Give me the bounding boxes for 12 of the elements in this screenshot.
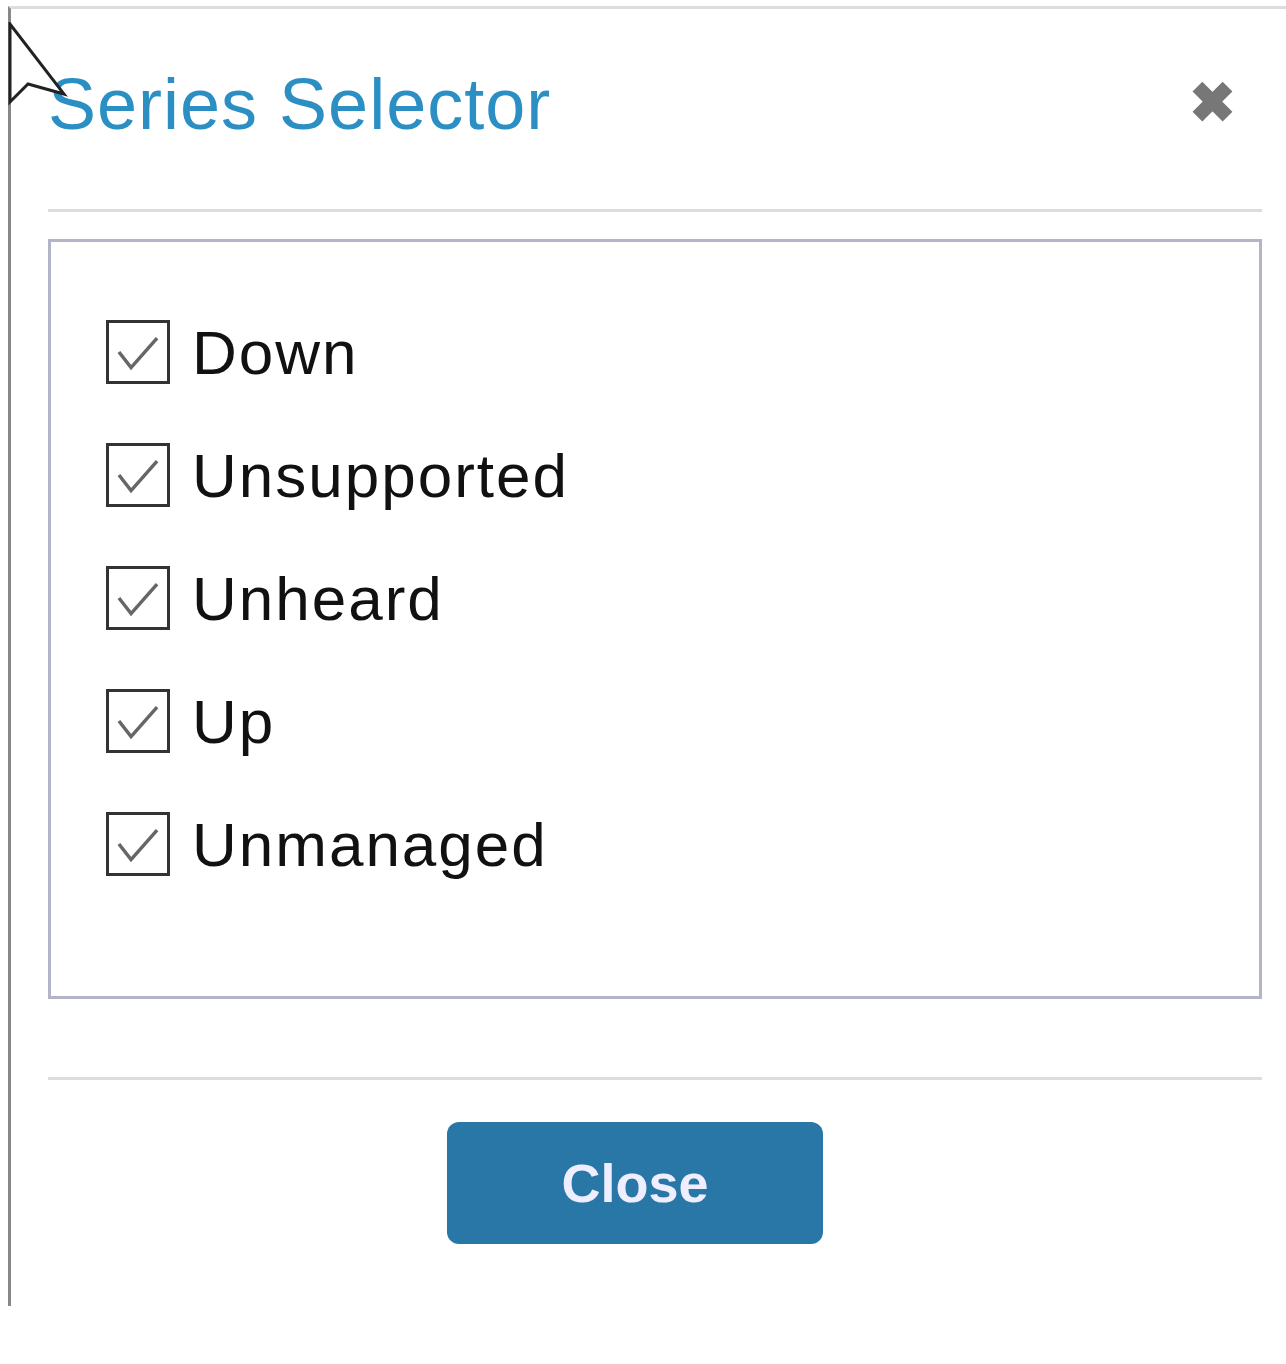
series-label: Unheard — [192, 562, 444, 634]
series-label: Unsupported — [192, 439, 570, 511]
checkbox[interactable] — [106, 689, 170, 753]
series-label: Down — [192, 316, 359, 388]
checkbox[interactable] — [106, 812, 170, 876]
series-label: Up — [192, 685, 276, 757]
checkbox[interactable] — [106, 443, 170, 507]
series-label: Unmanaged — [192, 808, 548, 880]
dialog-title: Series Selector — [48, 63, 552, 145]
checkbox[interactable] — [106, 566, 170, 630]
checkbox[interactable] — [106, 320, 170, 384]
close-button[interactable]: Close — [447, 1122, 823, 1244]
